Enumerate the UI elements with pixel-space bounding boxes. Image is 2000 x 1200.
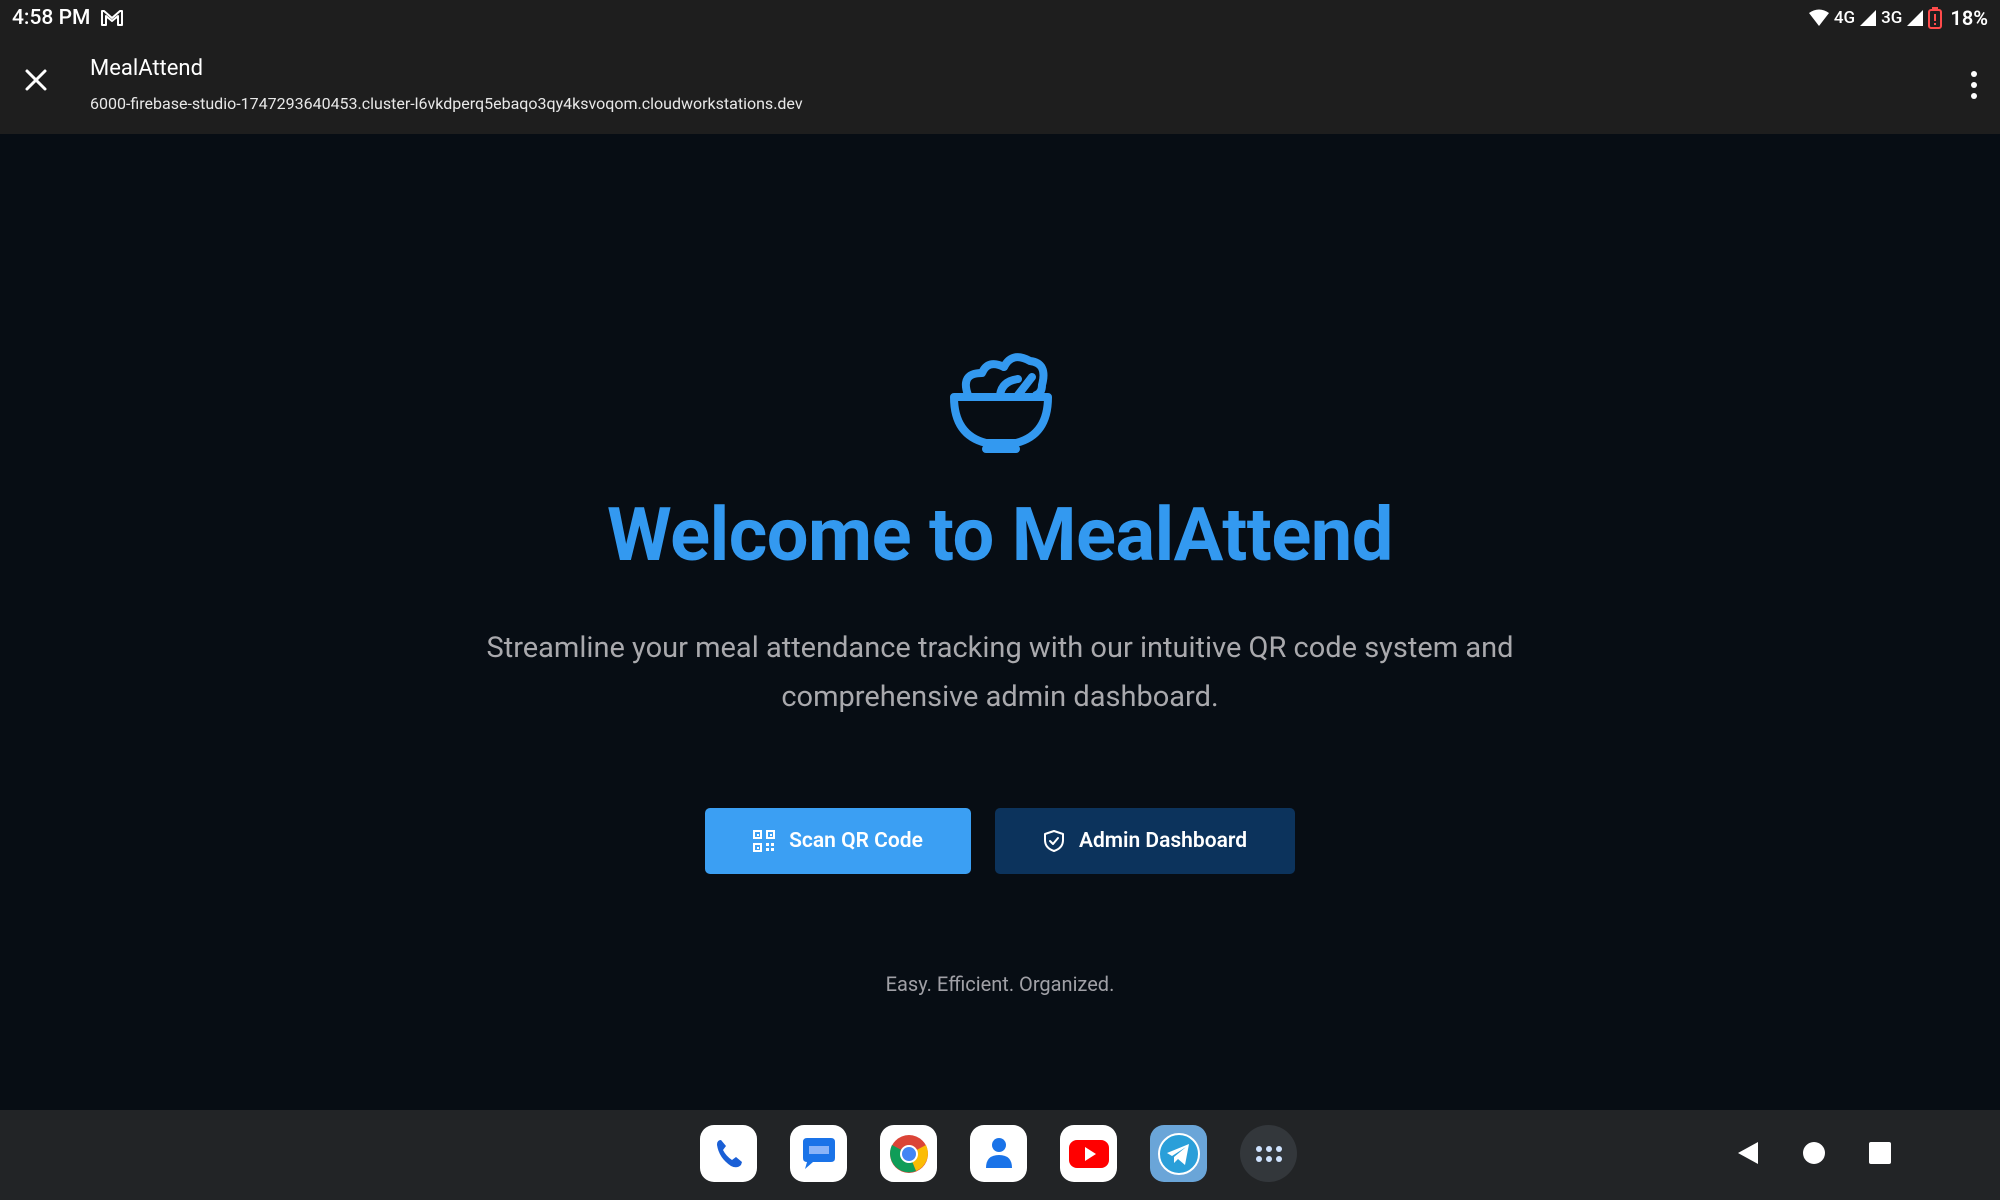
app-header: MealAttend 6000-firebase-studio-17472936… <box>0 36 2000 134</box>
qr-code-icon <box>753 830 776 852</box>
battery-icon <box>1928 7 1943 29</box>
recents-square-icon <box>1869 1142 1891 1164</box>
scan-qr-button[interactable]: Scan QR Code <box>705 808 971 874</box>
battery-percent: 18% <box>1950 6 1988 30</box>
system-nav-buttons <box>1735 1140 1893 1166</box>
status-bar: 4:58 PM 4G 3G 18% <box>0 0 2000 36</box>
admin-dashboard-button[interactable]: Admin Dashboard <box>995 808 1295 874</box>
chrome-icon <box>889 1134 928 1173</box>
chrome-app[interactable] <box>880 1125 937 1182</box>
network-label-2: 3G <box>1881 8 1903 28</box>
home-button[interactable] <box>1801 1140 1827 1166</box>
salad-bowl-icon <box>950 353 1052 453</box>
telegram-app[interactable] <box>1150 1125 1207 1182</box>
more-vert-icon <box>1971 71 1977 99</box>
overflow-menu-button[interactable] <box>1962 68 1986 102</box>
youtube-icon <box>1068 1139 1109 1168</box>
home-circle-icon <box>1803 1142 1825 1164</box>
wifi-icon <box>1808 9 1829 26</box>
phone-icon <box>716 1139 742 1167</box>
app-drawer-icon <box>1255 1145 1282 1162</box>
youtube-app[interactable] <box>1060 1125 1117 1182</box>
back-triangle-icon <box>1738 1142 1758 1164</box>
contacts-app[interactable] <box>970 1125 1027 1182</box>
recents-button[interactable] <box>1867 1140 1893 1166</box>
status-time: 4:58 PM <box>12 6 91 30</box>
tagline: Easy. Efficient. Organized. <box>885 972 1115 996</box>
admin-dashboard-label: Admin Dashboard <box>1078 829 1248 853</box>
close-button[interactable] <box>20 64 52 96</box>
signal-icon-1 <box>1860 10 1877 26</box>
shield-check-icon <box>1043 830 1064 852</box>
page-title: MealAttend <box>90 56 203 81</box>
navigation-bar <box>0 1110 2000 1200</box>
status-right: 4G 3G 18% <box>1808 6 1988 30</box>
network-label-1: 4G <box>1833 8 1856 28</box>
close-icon <box>25 69 47 91</box>
page-url: 6000-firebase-studio-1747293640453.clust… <box>90 94 803 113</box>
main-content: Welcome to MealAttend Streamline your me… <box>0 134 2000 1110</box>
app-dock <box>700 1125 1297 1182</box>
telegram-icon <box>1157 1132 1200 1175</box>
messages-icon <box>802 1137 835 1169</box>
welcome-heading: Welcome to MealAttend <box>607 492 1393 579</box>
phone-app[interactable] <box>700 1125 757 1182</box>
scan-qr-label: Scan QR Code <box>789 829 923 853</box>
messages-app[interactable] <box>790 1125 847 1182</box>
status-left: 4:58 PM <box>12 6 124 30</box>
app-drawer[interactable] <box>1240 1125 1297 1182</box>
welcome-subtitle: Streamline your meal attendance tracking… <box>486 631 1514 714</box>
gmail-icon <box>101 10 124 26</box>
back-button[interactable] <box>1735 1140 1761 1166</box>
signal-icon-2 <box>1907 10 1924 26</box>
contacts-icon <box>985 1137 1012 1168</box>
